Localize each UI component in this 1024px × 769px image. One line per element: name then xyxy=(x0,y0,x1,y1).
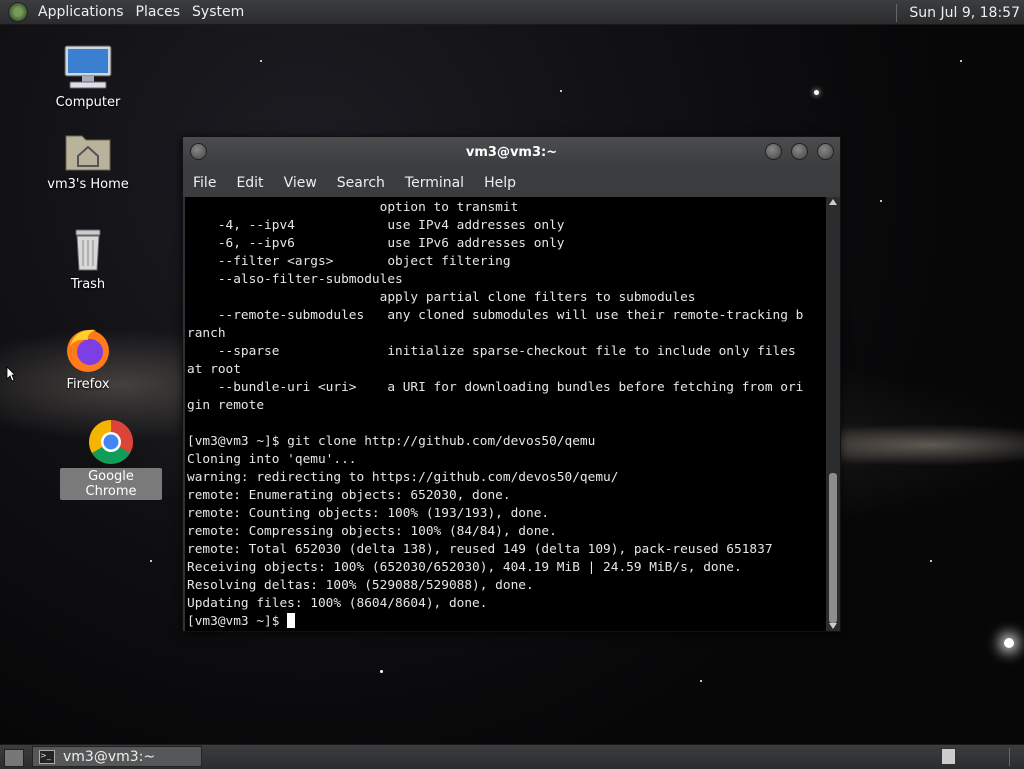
taskbar-label: vm3@vm3:~ xyxy=(63,748,156,765)
panel-separator xyxy=(1009,748,1010,766)
terminal-line: Resolving deltas: 100% (529088/529088), … xyxy=(187,578,534,593)
terminal-console[interactable]: option to transmit -4, --ipv4 use IPv4 a… xyxy=(185,197,826,631)
terminal-line: -6, --ipv6 use IPv6 addresses only xyxy=(187,236,565,251)
terminal-icon: >_ xyxy=(39,749,55,764)
terminal-line: --bundle-uri <uri> a URI for downloading… xyxy=(187,380,804,395)
workspace-switcher[interactable] xyxy=(941,748,956,765)
terminal-line: -4, --ipv4 use IPv4 addresses only xyxy=(187,218,565,233)
terminal-scrollbar[interactable] xyxy=(826,197,840,631)
terminal-line: remote: Enumerating objects: 652030, don… xyxy=(187,488,511,503)
window-title: vm3@vm3:~ xyxy=(465,145,558,160)
terminal-cursor xyxy=(287,613,296,628)
star xyxy=(1004,638,1014,648)
desktop-icon-firefox[interactable]: Firefox xyxy=(38,326,138,393)
terminal-line: --also-filter-submodules xyxy=(187,272,403,287)
menu-places[interactable]: Places xyxy=(130,4,187,20)
distro-logo-icon[interactable] xyxy=(8,2,28,22)
trash-icon xyxy=(62,226,114,274)
menu-edit[interactable]: Edit xyxy=(226,175,273,191)
minimize-button[interactable] xyxy=(765,143,782,160)
terminal-line: option to transmit xyxy=(187,200,519,215)
terminal-line: --filter <args> object filtering xyxy=(187,254,511,269)
terminal-line: at root xyxy=(187,362,241,377)
star xyxy=(380,670,383,673)
menu-file[interactable]: File xyxy=(183,175,226,191)
maximize-button[interactable] xyxy=(791,143,808,160)
scroll-up-arrow-icon[interactable] xyxy=(829,199,837,205)
clock[interactable]: Sun Jul 9, 18:57 xyxy=(909,5,1024,21)
terminal-line: remote: Total 652030 (delta 138), reused… xyxy=(187,542,773,557)
terminal-line: gin remote xyxy=(187,398,265,413)
close-button[interactable] xyxy=(817,143,834,160)
show-desktop-icon[interactable] xyxy=(4,749,24,767)
bottom-panel: >_ vm3@vm3:~ xyxy=(0,744,1024,769)
desktop-icon-chrome[interactable]: Google Chrome xyxy=(60,418,162,500)
star xyxy=(880,200,882,202)
desktop-icon-label: Computer xyxy=(55,95,121,110)
home-folder-icon xyxy=(62,126,114,174)
menu-help[interactable]: Help xyxy=(474,175,526,191)
star xyxy=(260,60,262,62)
terminal-line: warning: redirecting to https://github.c… xyxy=(187,470,619,485)
desktop-icon-label: Google Chrome xyxy=(60,468,162,500)
menu-view[interactable]: View xyxy=(274,175,327,191)
terminal-line: [vm3@vm3 ~]$ git clone http://github.com… xyxy=(187,434,596,449)
terminal-window[interactable]: vm3@vm3:~ File Edit View Search Terminal… xyxy=(182,136,841,632)
terminal-line: --sparse initialize sparse-checkout file… xyxy=(187,344,796,359)
terminal-line: remote: Compressing objects: 100% (84/84… xyxy=(187,524,557,539)
terminal-line: remote: Counting objects: 100% (193/193)… xyxy=(187,506,550,521)
terminal-prompt: [vm3@vm3 ~]$ xyxy=(187,614,288,629)
terminal-line: Cloning into 'qemu'... xyxy=(187,452,357,467)
star xyxy=(930,560,932,562)
taskbar-terminal-button[interactable]: >_ vm3@vm3:~ xyxy=(32,746,202,767)
desktop-icon-label: Firefox xyxy=(66,377,110,392)
computer-icon xyxy=(62,44,114,92)
desktop-icon-label: vm3's Home xyxy=(47,177,129,192)
scrollbar-thumb[interactable] xyxy=(829,473,837,623)
star xyxy=(150,560,152,562)
window-titlebar[interactable]: vm3@vm3:~ xyxy=(183,137,840,169)
terminal-line: --remote-submodules any cloned submodule… xyxy=(187,308,804,323)
star xyxy=(814,90,819,95)
terminal-output: option to transmit -4, --ipv4 use IPv4 a… xyxy=(185,197,826,631)
clock-area: Sun Jul 9, 18:57 xyxy=(896,0,1024,25)
scroll-down-arrow-icon[interactable] xyxy=(829,623,837,629)
desktop-icon-home[interactable]: vm3's Home xyxy=(38,126,138,193)
desktop-icon-label: Trash xyxy=(70,277,106,292)
top-panel: Applications Places System Sun Jul 9, 18… xyxy=(0,0,1024,25)
menu-search[interactable]: Search xyxy=(327,175,395,191)
menu-system[interactable]: System xyxy=(186,4,250,20)
terminal-line: apply partial clone filters to submodule… xyxy=(187,290,696,305)
star xyxy=(700,680,702,682)
firefox-icon xyxy=(62,326,114,374)
terminal-line: ranch xyxy=(187,326,226,341)
menu-terminal[interactable]: Terminal xyxy=(395,175,474,191)
terminal-menubar: File Edit View Search Terminal Help xyxy=(183,169,840,197)
desktop-icon-computer[interactable]: Computer xyxy=(38,44,138,111)
chrome-icon xyxy=(85,418,137,466)
terminal-line: Receiving objects: 100% (652030/652030),… xyxy=(187,560,742,575)
menu-applications[interactable]: Applications xyxy=(32,4,130,20)
star xyxy=(960,60,962,62)
mouse-pointer-icon xyxy=(6,366,16,382)
panel-separator xyxy=(896,3,898,22)
desktop-icon-trash[interactable]: Trash xyxy=(38,226,138,293)
star xyxy=(560,90,562,92)
terminal-line: Updating files: 100% (8604/8604), done. xyxy=(187,596,488,611)
